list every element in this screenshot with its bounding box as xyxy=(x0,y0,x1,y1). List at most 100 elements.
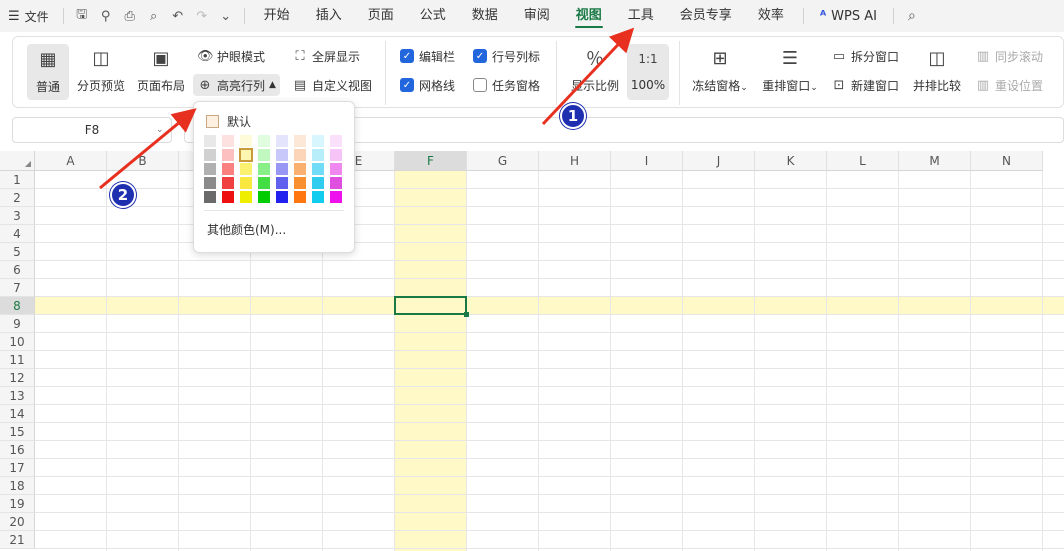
formula-bar-checkbox[interactable]: ✓ 编辑栏 xyxy=(400,46,455,66)
zoom-100-button[interactable]: 1:1 100% xyxy=(627,44,669,100)
color-swatch[interactable] xyxy=(330,177,342,189)
color-swatch[interactable] xyxy=(312,135,324,147)
row-header-17[interactable]: 17 xyxy=(0,459,35,477)
color-swatch[interactable] xyxy=(330,191,342,203)
tab-page[interactable]: 页面 xyxy=(355,0,407,32)
sync-scroll-button[interactable]: ▥ 同步滚动 xyxy=(975,46,1043,66)
name-box[interactable]: F8 xyxy=(12,117,172,143)
freeze-panes-button[interactable]: ⊞ 冻结窗格⌄ xyxy=(689,43,751,94)
headings-checkbox[interactable]: ✓ 行号列标 xyxy=(473,46,540,66)
color-swatch[interactable] xyxy=(258,135,270,147)
row-header-3[interactable]: 3 xyxy=(0,207,35,225)
color-swatch[interactable] xyxy=(258,149,270,161)
tab-review[interactable]: 审阅 xyxy=(511,0,563,32)
wps-ai-button[interactable]: ᴬ WPS AI xyxy=(810,0,887,32)
column-header-B[interactable]: B xyxy=(107,151,179,171)
chevron-down-icon[interactable]: ⌄ xyxy=(214,9,238,24)
color-swatch[interactable] xyxy=(258,177,270,189)
print-icon[interactable]: ⎙ xyxy=(118,9,142,24)
color-swatch[interactable] xyxy=(312,177,324,189)
color-swatch[interactable] xyxy=(222,135,234,147)
color-swatch[interactable] xyxy=(294,163,306,175)
color-swatch[interactable] xyxy=(276,177,288,189)
gridlines-checkbox[interactable]: ✓ 网格线 xyxy=(400,75,455,95)
row-header-15[interactable]: 15 xyxy=(0,423,35,441)
color-swatch[interactable] xyxy=(240,191,252,203)
color-swatch[interactable] xyxy=(204,163,216,175)
color-swatch[interactable] xyxy=(222,149,234,161)
tab-view[interactable]: 视图 xyxy=(563,0,615,32)
eye-mode-button[interactable]: 👁 护眼模式 xyxy=(197,46,265,66)
print-preview-icon[interactable]: ⌕ xyxy=(142,9,166,24)
column-header-J[interactable]: J xyxy=(683,151,755,171)
select-all-corner[interactable]: ◢ xyxy=(0,151,35,171)
color-swatch[interactable] xyxy=(240,135,252,147)
color-swatch[interactable] xyxy=(294,191,306,203)
color-swatch[interactable] xyxy=(204,135,216,147)
row-header-16[interactable]: 16 xyxy=(0,441,35,459)
share-icon[interactable]: ⚲ xyxy=(94,9,118,24)
color-swatch[interactable] xyxy=(294,149,306,161)
row-header-20[interactable]: 20 xyxy=(0,513,35,531)
tab-formulas[interactable]: 公式 xyxy=(407,0,459,32)
default-color-option[interactable]: 默认 xyxy=(206,113,251,130)
row-header-4[interactable]: 4 xyxy=(0,225,35,243)
row-header-12[interactable]: 12 xyxy=(0,369,35,387)
reset-position-button[interactable]: ▥ 重设位置 xyxy=(975,75,1043,95)
tab-efficiency[interactable]: 效率 xyxy=(745,0,797,32)
fill-handle[interactable] xyxy=(464,312,469,317)
row-header-9[interactable]: 9 xyxy=(0,315,35,333)
active-cell[interactable] xyxy=(394,296,467,315)
color-swatch[interactable] xyxy=(276,163,288,175)
column-header-N[interactable]: N xyxy=(971,151,1043,171)
color-swatch[interactable] xyxy=(240,163,252,175)
color-swatch[interactable] xyxy=(330,149,342,161)
row-header-1[interactable]: 1 xyxy=(0,171,35,189)
undo-icon[interactable]: ↶ xyxy=(166,9,190,24)
color-swatch[interactable] xyxy=(330,163,342,175)
color-swatch[interactable] xyxy=(312,149,324,161)
row-header-5[interactable]: 5 xyxy=(0,243,35,261)
color-swatch[interactable] xyxy=(204,191,216,203)
tab-insert[interactable]: 插入 xyxy=(303,0,355,32)
row-header-13[interactable]: 13 xyxy=(0,387,35,405)
search-icon[interactable]: ⌕ xyxy=(900,8,924,24)
tab-member[interactable]: 会员专享 xyxy=(667,0,745,32)
column-header-A[interactable]: A xyxy=(35,151,107,171)
column-header-L[interactable]: L xyxy=(827,151,899,171)
page-layout-button[interactable]: ▣ 页面布局 xyxy=(135,43,187,94)
full-screen-button[interactable]: ⛶ 全屏显示 xyxy=(292,46,360,66)
color-swatch[interactable] xyxy=(204,149,216,161)
color-swatch[interactable] xyxy=(312,191,324,203)
column-header-H[interactable]: H xyxy=(539,151,611,171)
column-header-K[interactable]: K xyxy=(755,151,827,171)
color-swatch[interactable] xyxy=(222,163,234,175)
column-header-F[interactable]: F xyxy=(395,151,467,171)
arrange-windows-button[interactable]: ☰ 重排窗口⌄ xyxy=(759,43,821,94)
row-header-21[interactable]: 21 xyxy=(0,531,35,549)
page-break-preview-button[interactable]: ◫ 分页预览 xyxy=(75,43,127,94)
row-header-14[interactable]: 14 xyxy=(0,405,35,423)
row-header-19[interactable]: 19 xyxy=(0,495,35,513)
color-swatch[interactable] xyxy=(258,191,270,203)
color-swatch[interactable] xyxy=(222,191,234,203)
save-icon[interactable]: 🖫 xyxy=(70,5,94,27)
spreadsheet-grid[interactable]: ◢ ABCDEFGHIJKLMN 12345678910111213141516… xyxy=(0,151,1064,551)
redo-icon[interactable]: ↷ xyxy=(190,9,214,24)
normal-view-button[interactable]: ▦ 普通 xyxy=(27,44,69,100)
color-swatch[interactable] xyxy=(330,135,342,147)
row-header-18[interactable]: 18 xyxy=(0,477,35,495)
color-swatch[interactable] xyxy=(294,177,306,189)
tab-data[interactable]: 数据 xyxy=(459,0,511,32)
color-swatch[interactable] xyxy=(276,135,288,147)
side-by-side-button[interactable]: ◫ 并排比较 xyxy=(911,43,963,94)
chevron-up-icon[interactable]: ▲ xyxy=(269,80,276,90)
column-header-I[interactable]: I xyxy=(611,151,683,171)
chevron-down-icon[interactable]: ⌄ xyxy=(156,117,164,143)
color-swatch[interactable] xyxy=(204,177,216,189)
split-window-button[interactable]: ▭ 拆分窗口 xyxy=(831,46,899,66)
tab-home[interactable]: 开始 xyxy=(251,0,303,32)
color-swatch[interactable] xyxy=(276,149,288,161)
row-header-2[interactable]: 2 xyxy=(0,189,35,207)
row-header-6[interactable]: 6 xyxy=(0,261,35,279)
